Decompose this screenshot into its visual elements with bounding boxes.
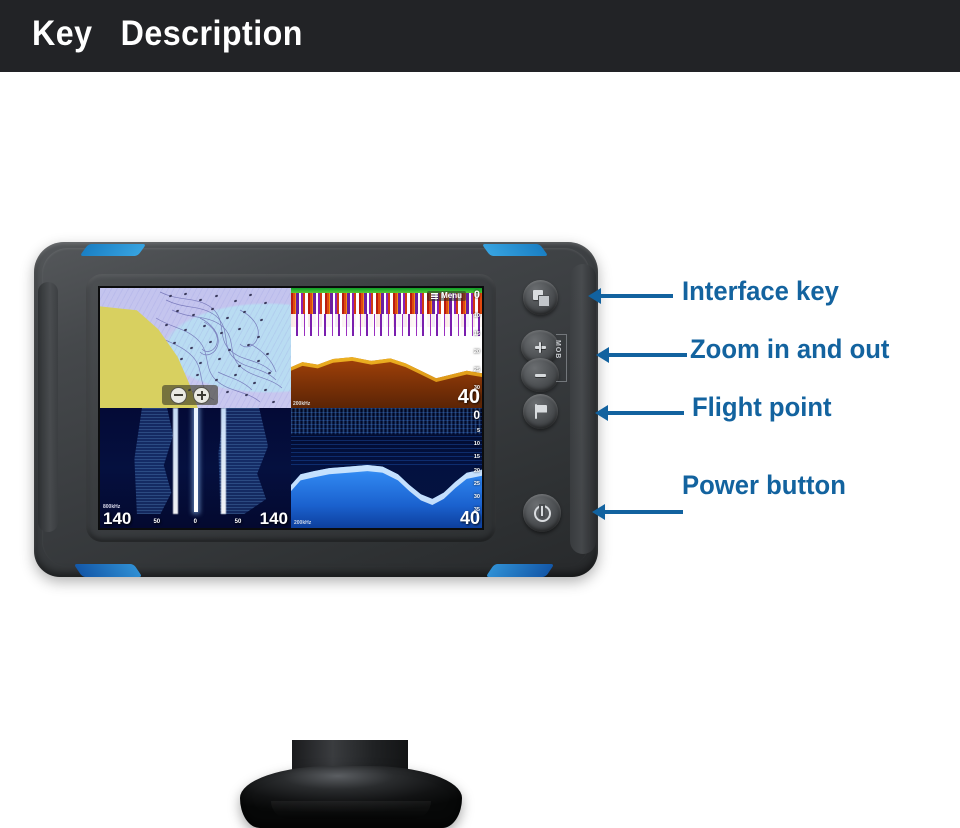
callout-leader-power-button [605,510,683,514]
chartplotter-device: Menu 0 10 15 20 25 30 200kHz 40 800kHz 1… [34,242,598,828]
mob-label: MOB [554,340,561,360]
scale-tick: 5 [476,427,480,434]
side-scan-range-right: 140 [259,509,288,528]
callout-label-flight-point: Flight point [692,392,832,422]
scale-tick: 10 [473,441,480,448]
bezel-accent-top-left [79,244,147,256]
minus-icon [534,370,546,381]
callout-arrow-zoom [596,347,609,363]
scale-tick: 20 [473,349,480,356]
callout-label-power-button: Power button [682,470,846,500]
scale-tick: 0 [473,289,480,301]
scale-tick: 30 [473,494,480,501]
side-scan-tick: 50 [234,519,242,525]
callout-arrow-power-button [592,504,605,520]
scale-tick: 15 [473,330,480,337]
device-stand-base [240,766,462,828]
pane-side-scan-sonar[interactable]: 800kHz 140 140 50 0 50 [100,408,291,528]
flag-icon [533,404,548,419]
bezel-accent-bottom-left [73,564,143,577]
flight-point-button[interactable] [523,394,558,429]
chart-zoom-controls[interactable] [162,385,218,405]
side-scan-left-highlight [172,408,178,514]
bezel-accent-bottom-right [485,564,555,577]
pane-navigation-chart[interactable] [100,288,291,408]
side-scan-range-left: 140 [103,509,132,528]
power-icon [533,504,551,522]
side-scan-left-return [134,408,174,514]
device-screen[interactable]: Menu 0 10 15 20 25 30 200kHz 40 800kHz 1… [100,288,482,528]
scale-tick: 20 [473,467,480,474]
down-scan-depth-scale: 0 5 10 15 20 25 30 35 [464,409,480,514]
sonar-depth-reading: 40 [457,386,480,408]
bezel-accent-top-right [481,244,549,256]
side-scan-tick: 50 [153,519,161,525]
callout-arrow-interface-key [588,288,601,304]
callout-label-zoom: Zoom in and out [690,334,890,364]
pane-down-scan-sonar[interactable]: 0 5 10 15 20 25 30 35 200kHz 40 [291,408,482,528]
chart-zoom-out-button[interactable] [170,386,187,404]
sonar-mid-clutter [291,314,482,336]
down-scan-frequency-label: 200kHz [294,520,312,526]
callout-label-interface-key: Interface key [682,276,839,306]
plus-icon [534,341,546,353]
pane-traditional-sonar[interactable]: Menu 0 10 15 20 25 30 200kHz 40 [291,288,482,408]
callout-leader-flight-point [608,411,684,415]
side-scan-nadir-line [193,408,198,512]
sonar-depth-scale: 0 10 15 20 25 30 [464,290,480,392]
callout-leader-interface-key [601,294,673,298]
windows-squares-icon [533,290,550,307]
down-scan-depth-reading: 40 [459,508,480,528]
down-scan-surface-fringe [291,408,482,434]
callout-leader-zoom [609,353,687,357]
device-left-bevel [38,282,58,532]
page-title: Key Description [32,14,303,53]
header-bar: Key Description [0,0,960,72]
scale-tick: 15 [473,454,480,461]
scale-tick: 25 [473,367,480,374]
sonar-menu-button[interactable]: Menu [427,291,466,301]
chart-zoom-in-button[interactable] [193,386,210,404]
interface-key-button[interactable] [523,280,558,315]
zoom-out-button[interactable] [521,358,559,392]
scale-tick: 0 [473,408,480,422]
callout-arrow-flight-point [595,405,608,421]
illustration-stage: Menu 0 10 15 20 25 30 200kHz 40 800kHz 1… [0,72,960,828]
side-scan-tick: 0 [193,519,197,525]
hamburger-icon [431,293,439,299]
sonar-frequency-label: 200kHz [293,401,311,407]
power-button[interactable] [523,494,561,532]
sonar-menu-label: Menu [441,291,462,300]
scale-tick: 25 [473,480,480,487]
scale-tick: 10 [473,312,480,319]
side-scan-right-highlight [221,408,227,514]
